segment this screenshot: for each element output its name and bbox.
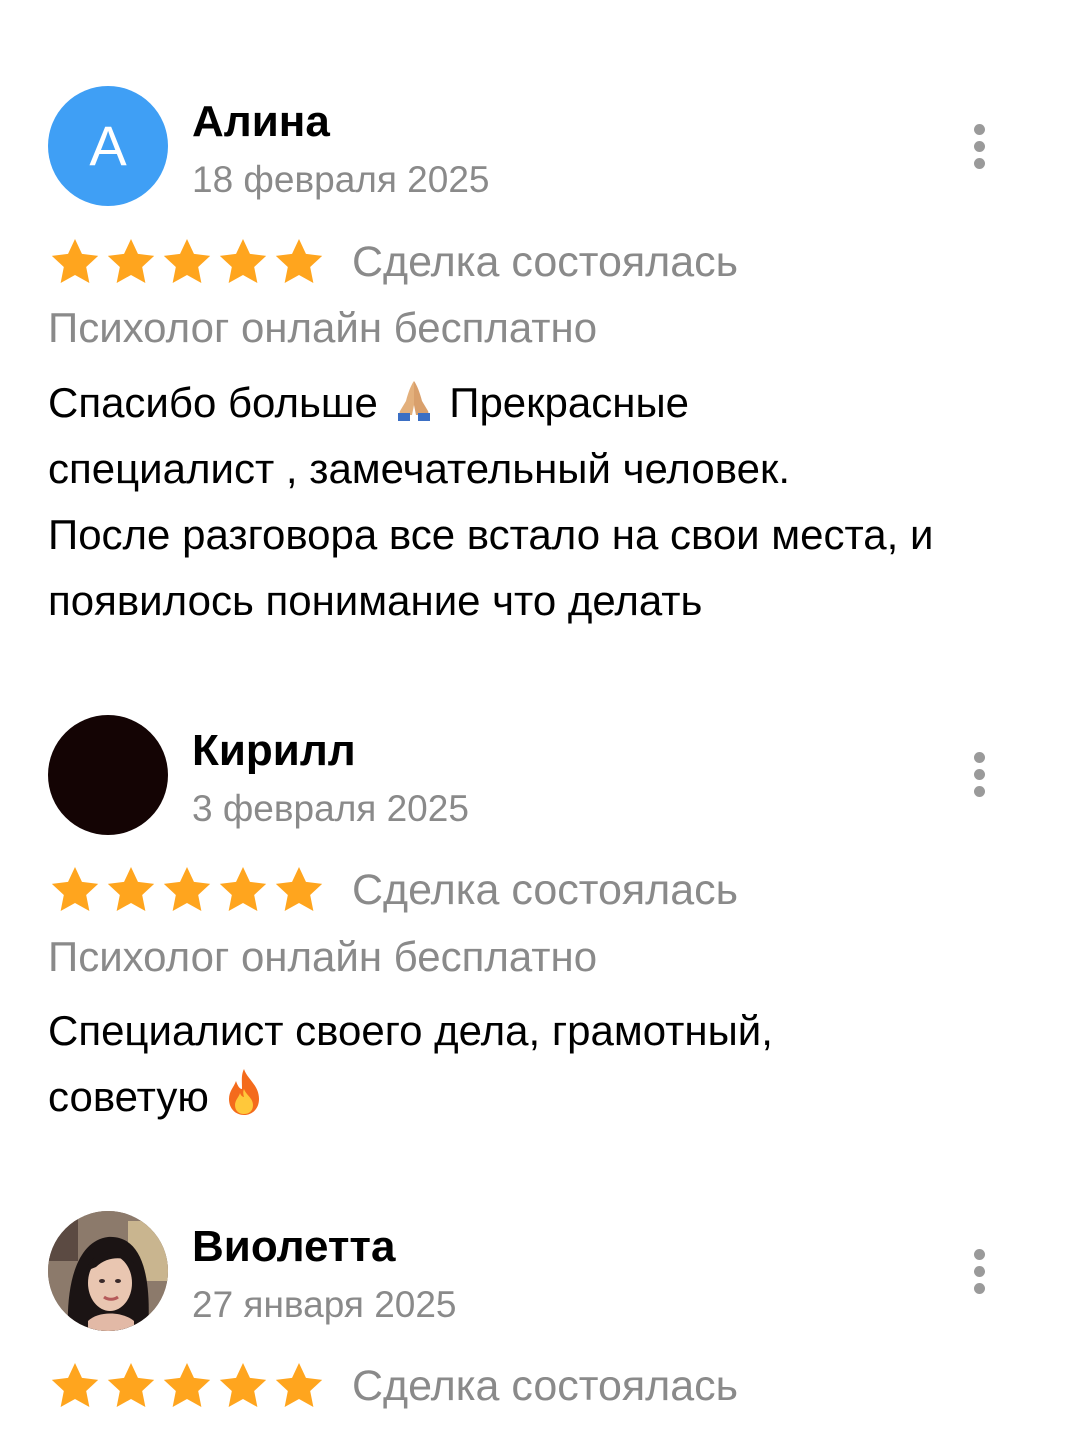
star-icon (163, 239, 211, 284)
service-name: Психолог онлайн бесплатно (48, 304, 598, 351)
star-icon (107, 1363, 155, 1408)
star-icon (51, 867, 99, 912)
avatar[interactable] (48, 1211, 168, 1331)
rating-row: Сделка состоялась (48, 1358, 738, 1414)
more-vertical-icon-dot (973, 768, 985, 780)
author-name[interactable]: Алина (192, 100, 330, 144)
review-date: 3 февраля 2025 (192, 788, 469, 829)
more-options-button[interactable] (958, 116, 1000, 176)
review-text-line: Специалист своего дела, грамотный, (48, 1007, 773, 1054)
deal-status: Сделка состоялась (352, 237, 739, 286)
rating-row: Сделка состоялась (48, 234, 738, 290)
more-vertical-icon (973, 751, 985, 763)
star-icon (275, 239, 323, 284)
avatar-letter: А (89, 114, 127, 177)
review-text: Специалист своего дела, грамотный, совет… (48, 998, 1038, 1130)
deal-status: Сделка состоялась (352, 1361, 739, 1410)
more-vertical-icon (973, 123, 985, 135)
star-rating (48, 863, 326, 917)
deal-status: Сделка состоялась (352, 865, 739, 914)
star-icon (163, 1363, 211, 1408)
avatar[interactable]: А (48, 86, 168, 206)
star-icon (107, 867, 155, 912)
more-vertical-icon-dot (973, 1265, 985, 1277)
more-vertical-icon-dot (973, 1282, 985, 1294)
review-date: 27 января 2025 (192, 1284, 457, 1325)
review-date: 18 февраля 2025 (192, 159, 490, 200)
star-icon (275, 1363, 323, 1408)
more-vertical-icon-dot (973, 140, 985, 152)
star-icon (219, 867, 267, 912)
review-text-line: Спасибо больше (48, 379, 378, 426)
star-icon (107, 239, 155, 284)
folded-hands-emoji (397, 381, 430, 421)
review-text-line: Прекрасные (449, 379, 690, 426)
rating-row: Сделка состоялась (48, 862, 738, 918)
review-text-line: После разговора все встало на свои места… (48, 511, 934, 558)
star-rating (48, 1359, 326, 1413)
more-vertical-icon-dot (973, 157, 985, 169)
review-text-line: появилось понимание что делать (48, 577, 703, 624)
star-icon (219, 1363, 267, 1408)
author-name[interactable]: Виолетта (192, 1225, 395, 1269)
more-vertical-icon (973, 1248, 985, 1260)
star-icon (219, 239, 267, 284)
user-photo-icon (48, 1211, 168, 1331)
review-text: Спасибо больше Прекрасные специалист , з… (48, 370, 1038, 634)
service-name: Психолог онлайн бесплатно (48, 933, 598, 980)
more-options-button[interactable] (958, 1241, 1000, 1301)
fire-emoji (228, 1069, 259, 1115)
star-icon (51, 1363, 99, 1408)
more-options-button[interactable] (958, 744, 1000, 804)
star-rating (48, 235, 326, 289)
author-name[interactable]: Кирилл (192, 729, 356, 773)
star-icon (51, 239, 99, 284)
avatar[interactable] (48, 715, 168, 835)
star-icon (163, 867, 211, 912)
review-text-line: советую (48, 1073, 209, 1120)
review-text-line: специалист , замечательный человек. (48, 445, 791, 492)
more-vertical-icon-dot (973, 785, 985, 797)
star-icon (275, 867, 323, 912)
